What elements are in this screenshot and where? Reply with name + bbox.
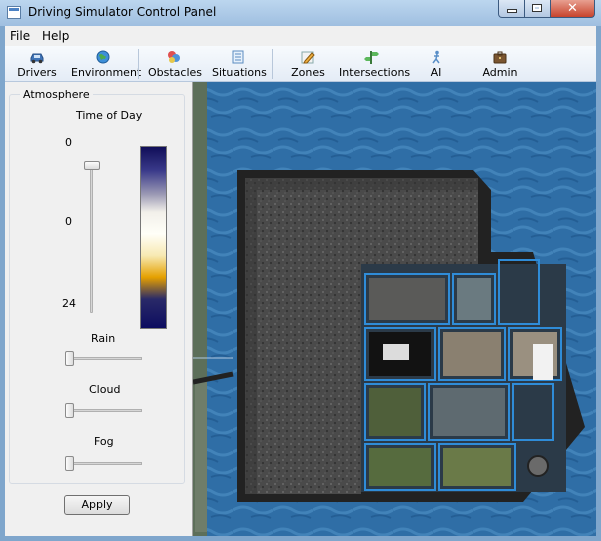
situations-button[interactable]: Situations <box>212 48 267 80</box>
app-icon <box>7 6 21 19</box>
apply-button[interactable]: Apply <box>64 495 130 515</box>
pencil-icon <box>301 51 315 64</box>
scene-render <box>193 82 596 536</box>
toolbar-separator <box>138 49 139 79</box>
intersections-label: Intersections <box>339 66 411 79</box>
admin-button[interactable]: Admin <box>480 48 520 80</box>
minimize-icon <box>508 10 516 12</box>
drivers-button[interactable]: Drivers <box>14 48 60 80</box>
time-of-day-label: Time of Day <box>76 109 143 122</box>
obstacles-icon <box>168 51 180 63</box>
window-title: Driving Simulator Control Panel <box>28 5 217 19</box>
time-top-label: 0 <box>65 136 72 149</box>
briefcase-icon <box>493 51 507 64</box>
main-window: Driving Simulator Control Panel ✕ File H… <box>0 0 601 541</box>
zones-label: Zones <box>291 66 325 79</box>
time-of-day-slider-track[interactable] <box>90 165 93 313</box>
fog-slider-track[interactable] <box>70 462 142 465</box>
environment-button[interactable]: Environment <box>71 48 142 80</box>
time-current-label: 0 <box>65 215 72 228</box>
rain-slider-track[interactable] <box>70 357 142 360</box>
toolbar: Drivers Environment Obstacles Situations… <box>5 46 596 82</box>
time-bottom-label: 24 <box>62 297 76 310</box>
cloud-slider-handle[interactable] <box>65 403 74 418</box>
cloud-label: Cloud <box>89 383 121 396</box>
environment-panel: Atmosphere Time of Day 0 0 24 Rain Cloud… <box>5 82 193 536</box>
intersections-button[interactable]: Intersections <box>339 48 411 80</box>
title-bar[interactable]: Driving Simulator Control Panel ✕ <box>0 0 601 26</box>
time-of-day-slider-handle[interactable] <box>84 161 100 170</box>
rain-label: Rain <box>91 332 116 345</box>
toolbar-separator <box>272 49 273 79</box>
maximize-button[interactable] <box>525 0 551 18</box>
globe-icon <box>96 50 110 64</box>
menu-file[interactable]: File <box>10 29 30 43</box>
signpost-icon <box>364 51 379 64</box>
obstacles-label: Obstacles <box>148 66 203 79</box>
cloud-slider-track[interactable] <box>70 409 142 412</box>
atmosphere-group: Atmosphere Time of Day 0 0 24 Rain Cloud… <box>9 88 185 484</box>
ai-button[interactable]: AI <box>423 48 449 80</box>
window-controls: ✕ <box>498 0 595 18</box>
maximize-icon <box>533 5 541 11</box>
zones-button[interactable]: Zones <box>289 48 327 80</box>
close-icon: ✕ <box>567 1 578 16</box>
document-icon <box>232 50 244 64</box>
menu-help[interactable]: Help <box>42 29 69 43</box>
menu-bar: File Help <box>5 26 596 46</box>
minimize-button[interactable] <box>498 0 525 18</box>
obstacles-button[interactable]: Obstacles <box>148 48 203 80</box>
car-icon <box>30 53 44 64</box>
figure-icon <box>432 50 440 64</box>
drivers-label: Drivers <box>17 66 57 79</box>
time-of-day-gradient <box>140 146 167 329</box>
situations-label: Situations <box>212 66 267 79</box>
fog-label: Fog <box>94 435 114 448</box>
admin-label: Admin <box>482 66 518 79</box>
fog-slider-handle[interactable] <box>65 456 74 471</box>
ai-label: AI <box>430 66 442 79</box>
environment-label: Environment <box>71 66 142 79</box>
atmosphere-group-title: Atmosphere <box>20 88 93 101</box>
close-button[interactable]: ✕ <box>551 0 595 18</box>
3d-map-viewport[interactable] <box>193 82 596 536</box>
rain-slider-handle[interactable] <box>65 351 74 366</box>
